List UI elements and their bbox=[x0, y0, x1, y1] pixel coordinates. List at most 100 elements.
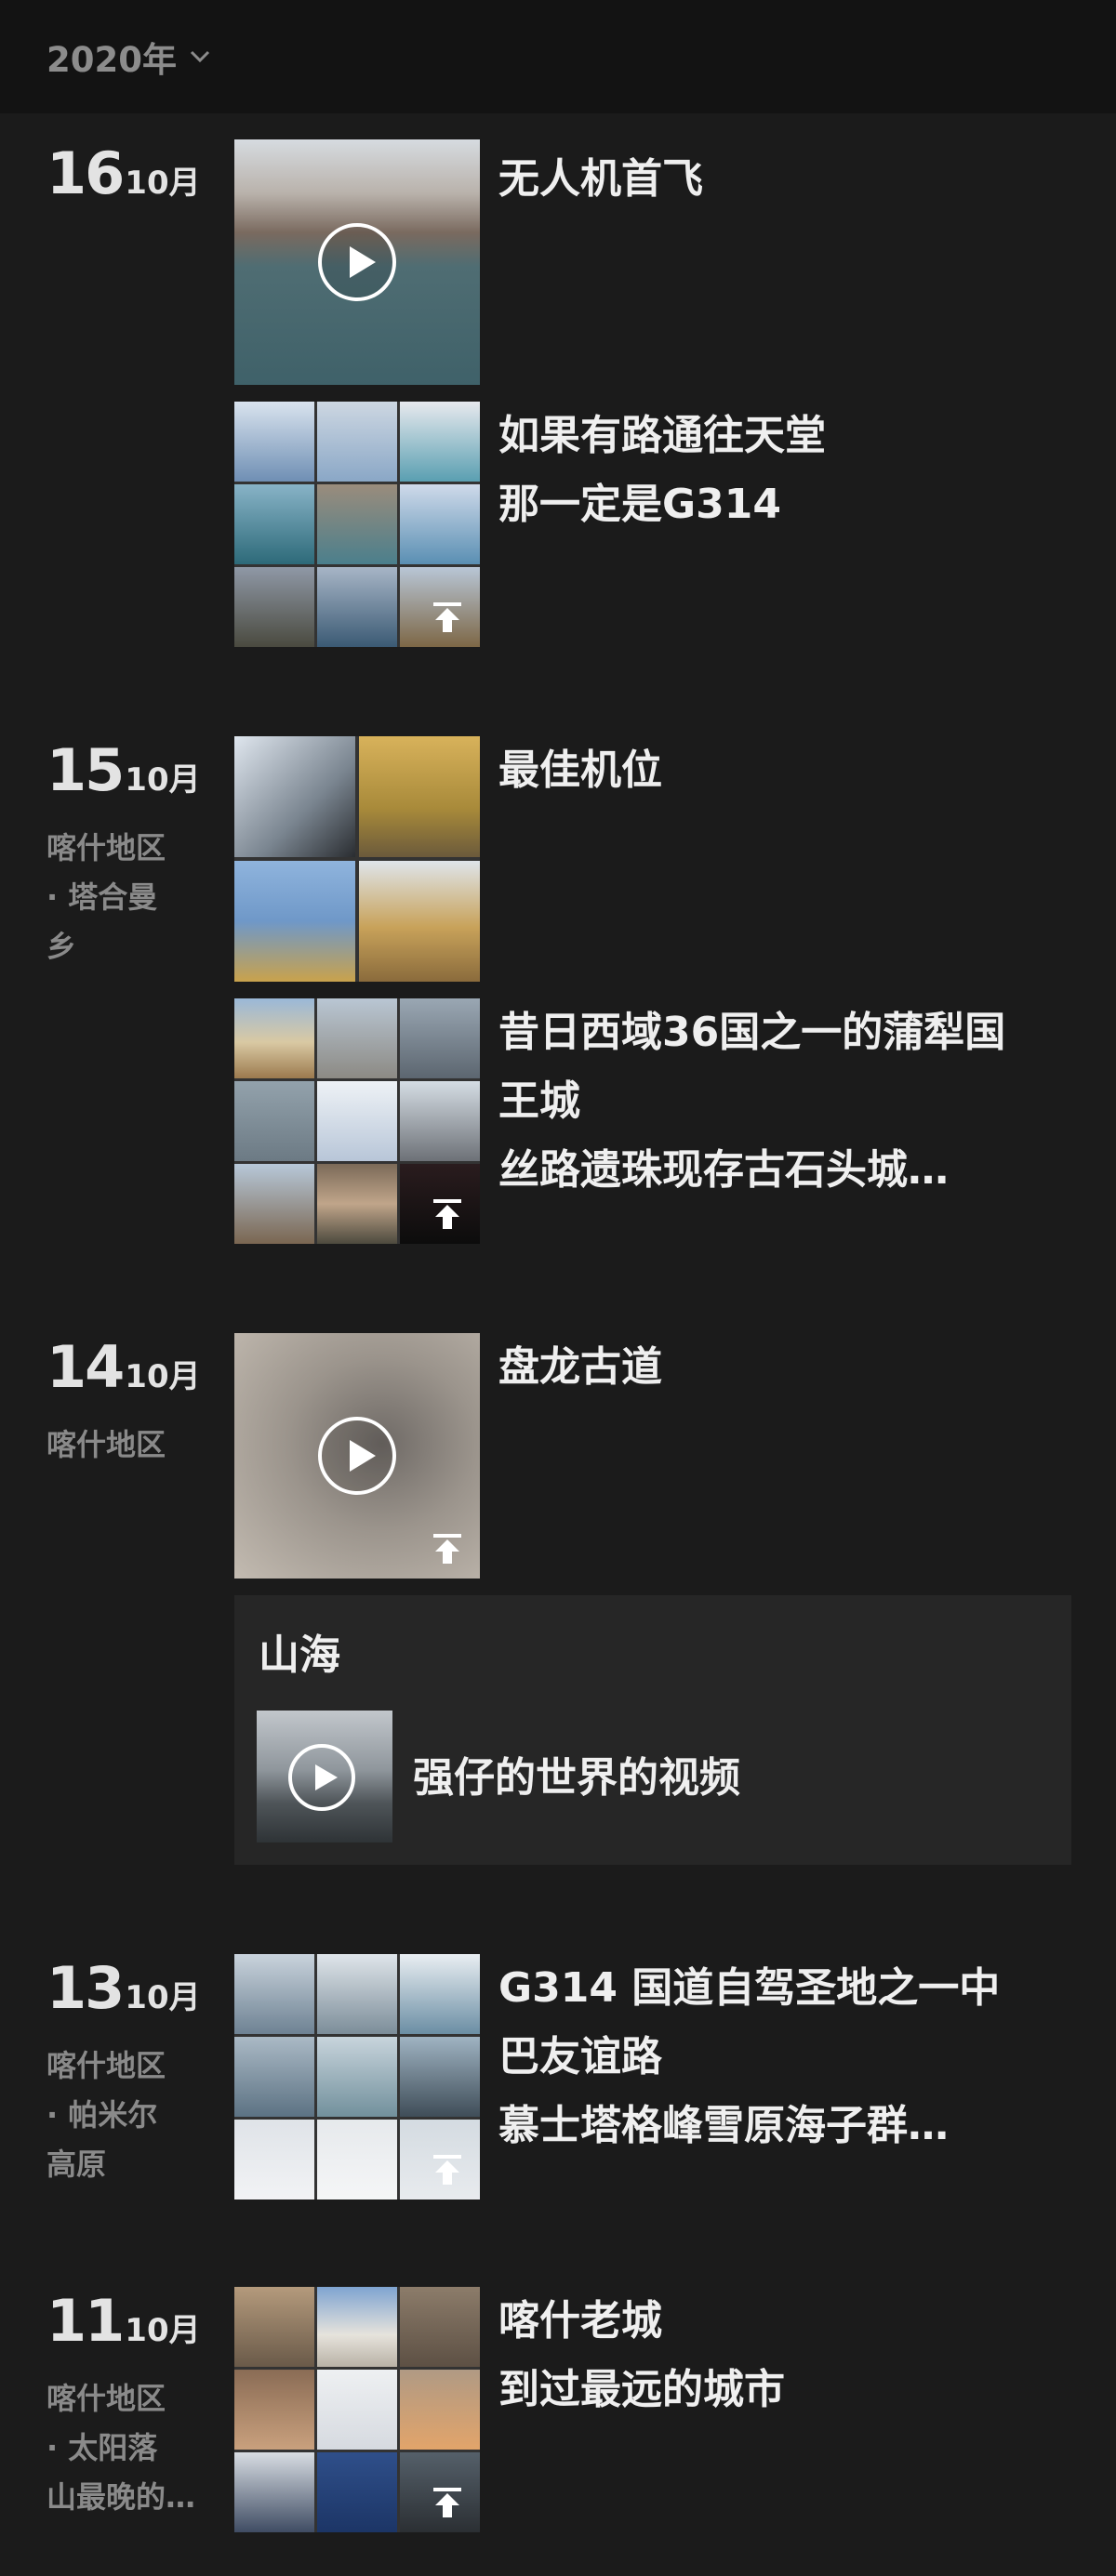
title-line: 那一定是G314 bbox=[498, 481, 781, 528]
day-number: 11 bbox=[46, 2287, 125, 2355]
photo bbox=[234, 2452, 314, 2532]
photo-grid[interactable] bbox=[234, 736, 480, 982]
play-icon[interactable] bbox=[318, 1417, 396, 1495]
post-title: 如果有路通往天堂 那一定是G314 bbox=[498, 402, 1116, 539]
location-label: 喀什地区 · 塔合曼 乡 bbox=[46, 824, 195, 971]
date-label: 1110月 bbox=[46, 2287, 201, 2355]
photo bbox=[400, 484, 480, 564]
top-bar: 2020年 bbox=[0, 0, 1116, 113]
photo bbox=[400, 998, 480, 1078]
photo-grid[interactable] bbox=[234, 2287, 480, 2532]
video-label: 强仔的世界的视频 bbox=[413, 1754, 740, 1802]
title-line: 慕士塔格峰雪原海子群… bbox=[498, 2102, 949, 2149]
location-line: · 塔合曼 bbox=[46, 879, 158, 915]
location-line: 喀什地区 bbox=[46, 2048, 166, 2083]
title-line: 昔日西域36国之一的蒲犁国 bbox=[498, 1009, 1006, 1056]
title-line: 王城 bbox=[498, 1077, 580, 1125]
video-thumbnail[interactable] bbox=[234, 1333, 480, 1579]
photo bbox=[234, 2370, 314, 2450]
play-icon[interactable] bbox=[318, 223, 396, 301]
photo bbox=[317, 2120, 397, 2200]
post-title: 无人机首飞 bbox=[498, 145, 1116, 214]
photo bbox=[234, 567, 314, 647]
location-line: 喀什地区 bbox=[46, 1427, 166, 1462]
photo bbox=[234, 484, 314, 564]
post-title: 喀什老城 到过最远的城市 bbox=[498, 2287, 1116, 2424]
title-line: 巴友谊路 bbox=[498, 2033, 662, 2081]
chevron-down-icon bbox=[190, 50, 210, 63]
day-number: 15 bbox=[46, 736, 125, 804]
photo bbox=[317, 2287, 397, 2367]
photo bbox=[234, 2287, 314, 2367]
photo bbox=[400, 1081, 480, 1161]
title-line: 到过最远的城市 bbox=[498, 2366, 785, 2413]
location-line: 山最晚的… bbox=[46, 2479, 196, 2515]
photo bbox=[317, 2037, 397, 2117]
photo bbox=[317, 1164, 397, 1244]
video-thumbnail[interactable] bbox=[257, 1711, 392, 1843]
photo bbox=[400, 402, 480, 482]
title-line: 盘龙古道 bbox=[498, 1343, 662, 1391]
photo bbox=[317, 998, 397, 1078]
upload-icon bbox=[433, 602, 461, 632]
location-line: · 太阳落 bbox=[46, 2430, 158, 2465]
photo bbox=[317, 2452, 397, 2532]
upload-icon bbox=[433, 2488, 461, 2517]
photo bbox=[234, 998, 314, 1078]
title-line: 如果有路通往天堂 bbox=[498, 412, 826, 459]
photo bbox=[234, 1081, 314, 1161]
play-icon[interactable] bbox=[288, 1744, 355, 1811]
photo bbox=[234, 402, 314, 482]
album-title: 山海 bbox=[259, 1631, 340, 1679]
upload-icon bbox=[433, 1534, 461, 1564]
photo bbox=[400, 2287, 480, 2367]
photo-grid[interactable] bbox=[234, 998, 480, 1244]
post-title: 昔日西域36国之一的蒲犁国 王城 丝路遗珠现存古石头城… bbox=[498, 998, 1116, 1205]
photo bbox=[317, 2370, 397, 2450]
photo bbox=[359, 861, 480, 982]
title-line: 最佳机位 bbox=[498, 746, 662, 794]
photo bbox=[317, 1954, 397, 2034]
video-thumbnail[interactable] bbox=[234, 139, 480, 385]
photo-grid[interactable] bbox=[234, 402, 480, 647]
photo bbox=[234, 861, 355, 982]
date-label: 1510月 bbox=[46, 736, 201, 804]
photo bbox=[317, 484, 397, 564]
post-title: G314 国道自驾圣地之一中 巴友谊路 慕士塔格峰雪原海子群… bbox=[498, 1954, 1116, 2160]
year-selector[interactable]: 2020年 bbox=[46, 32, 210, 82]
day-number: 13 bbox=[46, 1954, 125, 2022]
location-label: 喀什地区 · 帕米尔 高原 bbox=[46, 2041, 195, 2189]
photo bbox=[234, 2037, 314, 2117]
month-label: 10月 bbox=[125, 761, 201, 799]
month-label: 10月 bbox=[125, 2312, 201, 2349]
location-line: 乡 bbox=[46, 929, 77, 964]
photo bbox=[234, 2120, 314, 2200]
photo bbox=[400, 2037, 480, 2117]
date-label: 1310月 bbox=[46, 1954, 201, 2022]
date-label: 1610月 bbox=[46, 139, 201, 207]
post-title: 盘龙古道 bbox=[498, 1333, 1116, 1402]
location-line: · 帕米尔 bbox=[46, 2097, 158, 2133]
photo bbox=[400, 1954, 480, 2034]
location-line: 高原 bbox=[46, 2147, 107, 2182]
location-line: 喀什地区 bbox=[46, 2381, 166, 2416]
location-line: 喀什地区 bbox=[46, 830, 166, 865]
photo bbox=[400, 2370, 480, 2450]
photo bbox=[359, 736, 480, 857]
photo bbox=[234, 736, 355, 857]
photo bbox=[234, 1954, 314, 2034]
post-title: 最佳机位 bbox=[498, 736, 1116, 805]
day-number: 14 bbox=[46, 1333, 125, 1401]
album-card[interactable]: 山海 强仔的世界的视频 bbox=[234, 1595, 1071, 1865]
location-label: 喀什地区 bbox=[46, 1420, 195, 1470]
month-label: 10月 bbox=[125, 165, 201, 202]
photo-grid[interactable] bbox=[234, 1954, 480, 2200]
upload-icon bbox=[433, 1199, 461, 1229]
photo bbox=[317, 1081, 397, 1161]
title-line: 无人机首飞 bbox=[498, 155, 703, 203]
title-line: 喀什老城 bbox=[498, 2297, 662, 2345]
location-label: 喀什地区 · 太阳落 山最晚的… bbox=[46, 2374, 195, 2522]
upload-icon bbox=[433, 2155, 461, 2185]
title-line: G314 国道自驾圣地之一中 bbox=[498, 1964, 1001, 2012]
date-label: 1410月 bbox=[46, 1333, 201, 1401]
